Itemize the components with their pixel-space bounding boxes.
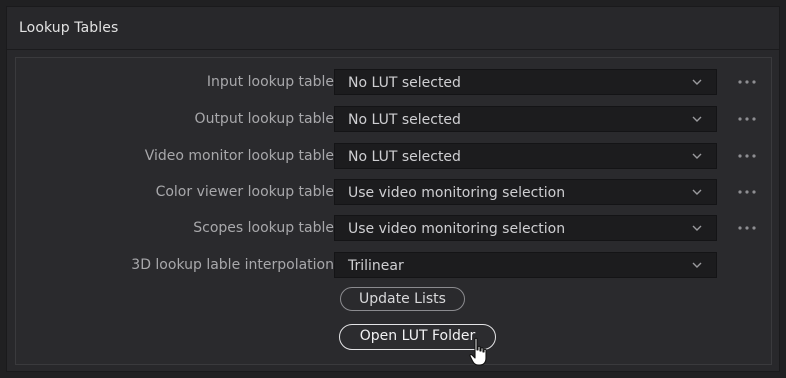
interpolation-value: Trilinear: [348, 258, 404, 274]
panel-title: Lookup Tables: [19, 20, 119, 36]
scopes-lut-value: Use video monitoring selection: [348, 221, 566, 237]
update-lists-button[interactable]: Update Lists: [340, 287, 465, 311]
output-lut-label: Output lookup table: [194, 111, 334, 127]
input-lut-more-options-icon[interactable]: [730, 72, 760, 92]
chevron-down-icon: [692, 189, 702, 195]
output-lut-dropdown[interactable]: No LUT selected: [334, 106, 717, 132]
video-monitor-lut-label: Video monitor lookup table: [144, 148, 334, 164]
scopes-lut-dropdown[interactable]: Use video monitoring selection: [334, 215, 717, 241]
color-viewer-lut-label: Color viewer lookup table: [155, 184, 334, 200]
color-viewer-lut-value: Use video monitoring selection: [348, 185, 566, 201]
chevron-down-icon: [692, 79, 702, 85]
video-monitor-lut-value: No LUT selected: [348, 149, 461, 165]
input-lut-dropdown[interactable]: No LUT selected: [334, 69, 717, 95]
interpolation-label: 3D lookup lable interpolation: [131, 257, 334, 273]
hand-pointer-cursor-icon: [469, 337, 487, 366]
color-viewer-lut-dropdown[interactable]: Use video monitoring selection: [334, 179, 717, 205]
panel-header: Lookup Tables: [7, 7, 779, 50]
input-lut-label: Input lookup table: [206, 74, 334, 90]
input-lut-value: No LUT selected: [348, 75, 461, 91]
scopes-lut-label: Scopes lookup table: [193, 220, 334, 236]
interpolation-dropdown[interactable]: Trilinear: [334, 252, 717, 278]
output-lut-more-options-icon[interactable]: [730, 109, 760, 129]
output-lut-value: No LUT selected: [348, 112, 461, 128]
color-viewer-lut-more-options-icon[interactable]: [730, 182, 760, 202]
video-monitor-lut-dropdown[interactable]: No LUT selected: [334, 143, 717, 169]
chevron-down-icon: [692, 153, 702, 159]
chevron-down-icon: [692, 262, 702, 268]
lookup-settings-group: [15, 57, 772, 365]
chevron-down-icon: [692, 225, 702, 231]
video-monitor-lut-more-options-icon[interactable]: [730, 146, 760, 166]
chevron-down-icon: [692, 116, 702, 122]
scopes-lut-more-options-icon[interactable]: [730, 218, 760, 238]
